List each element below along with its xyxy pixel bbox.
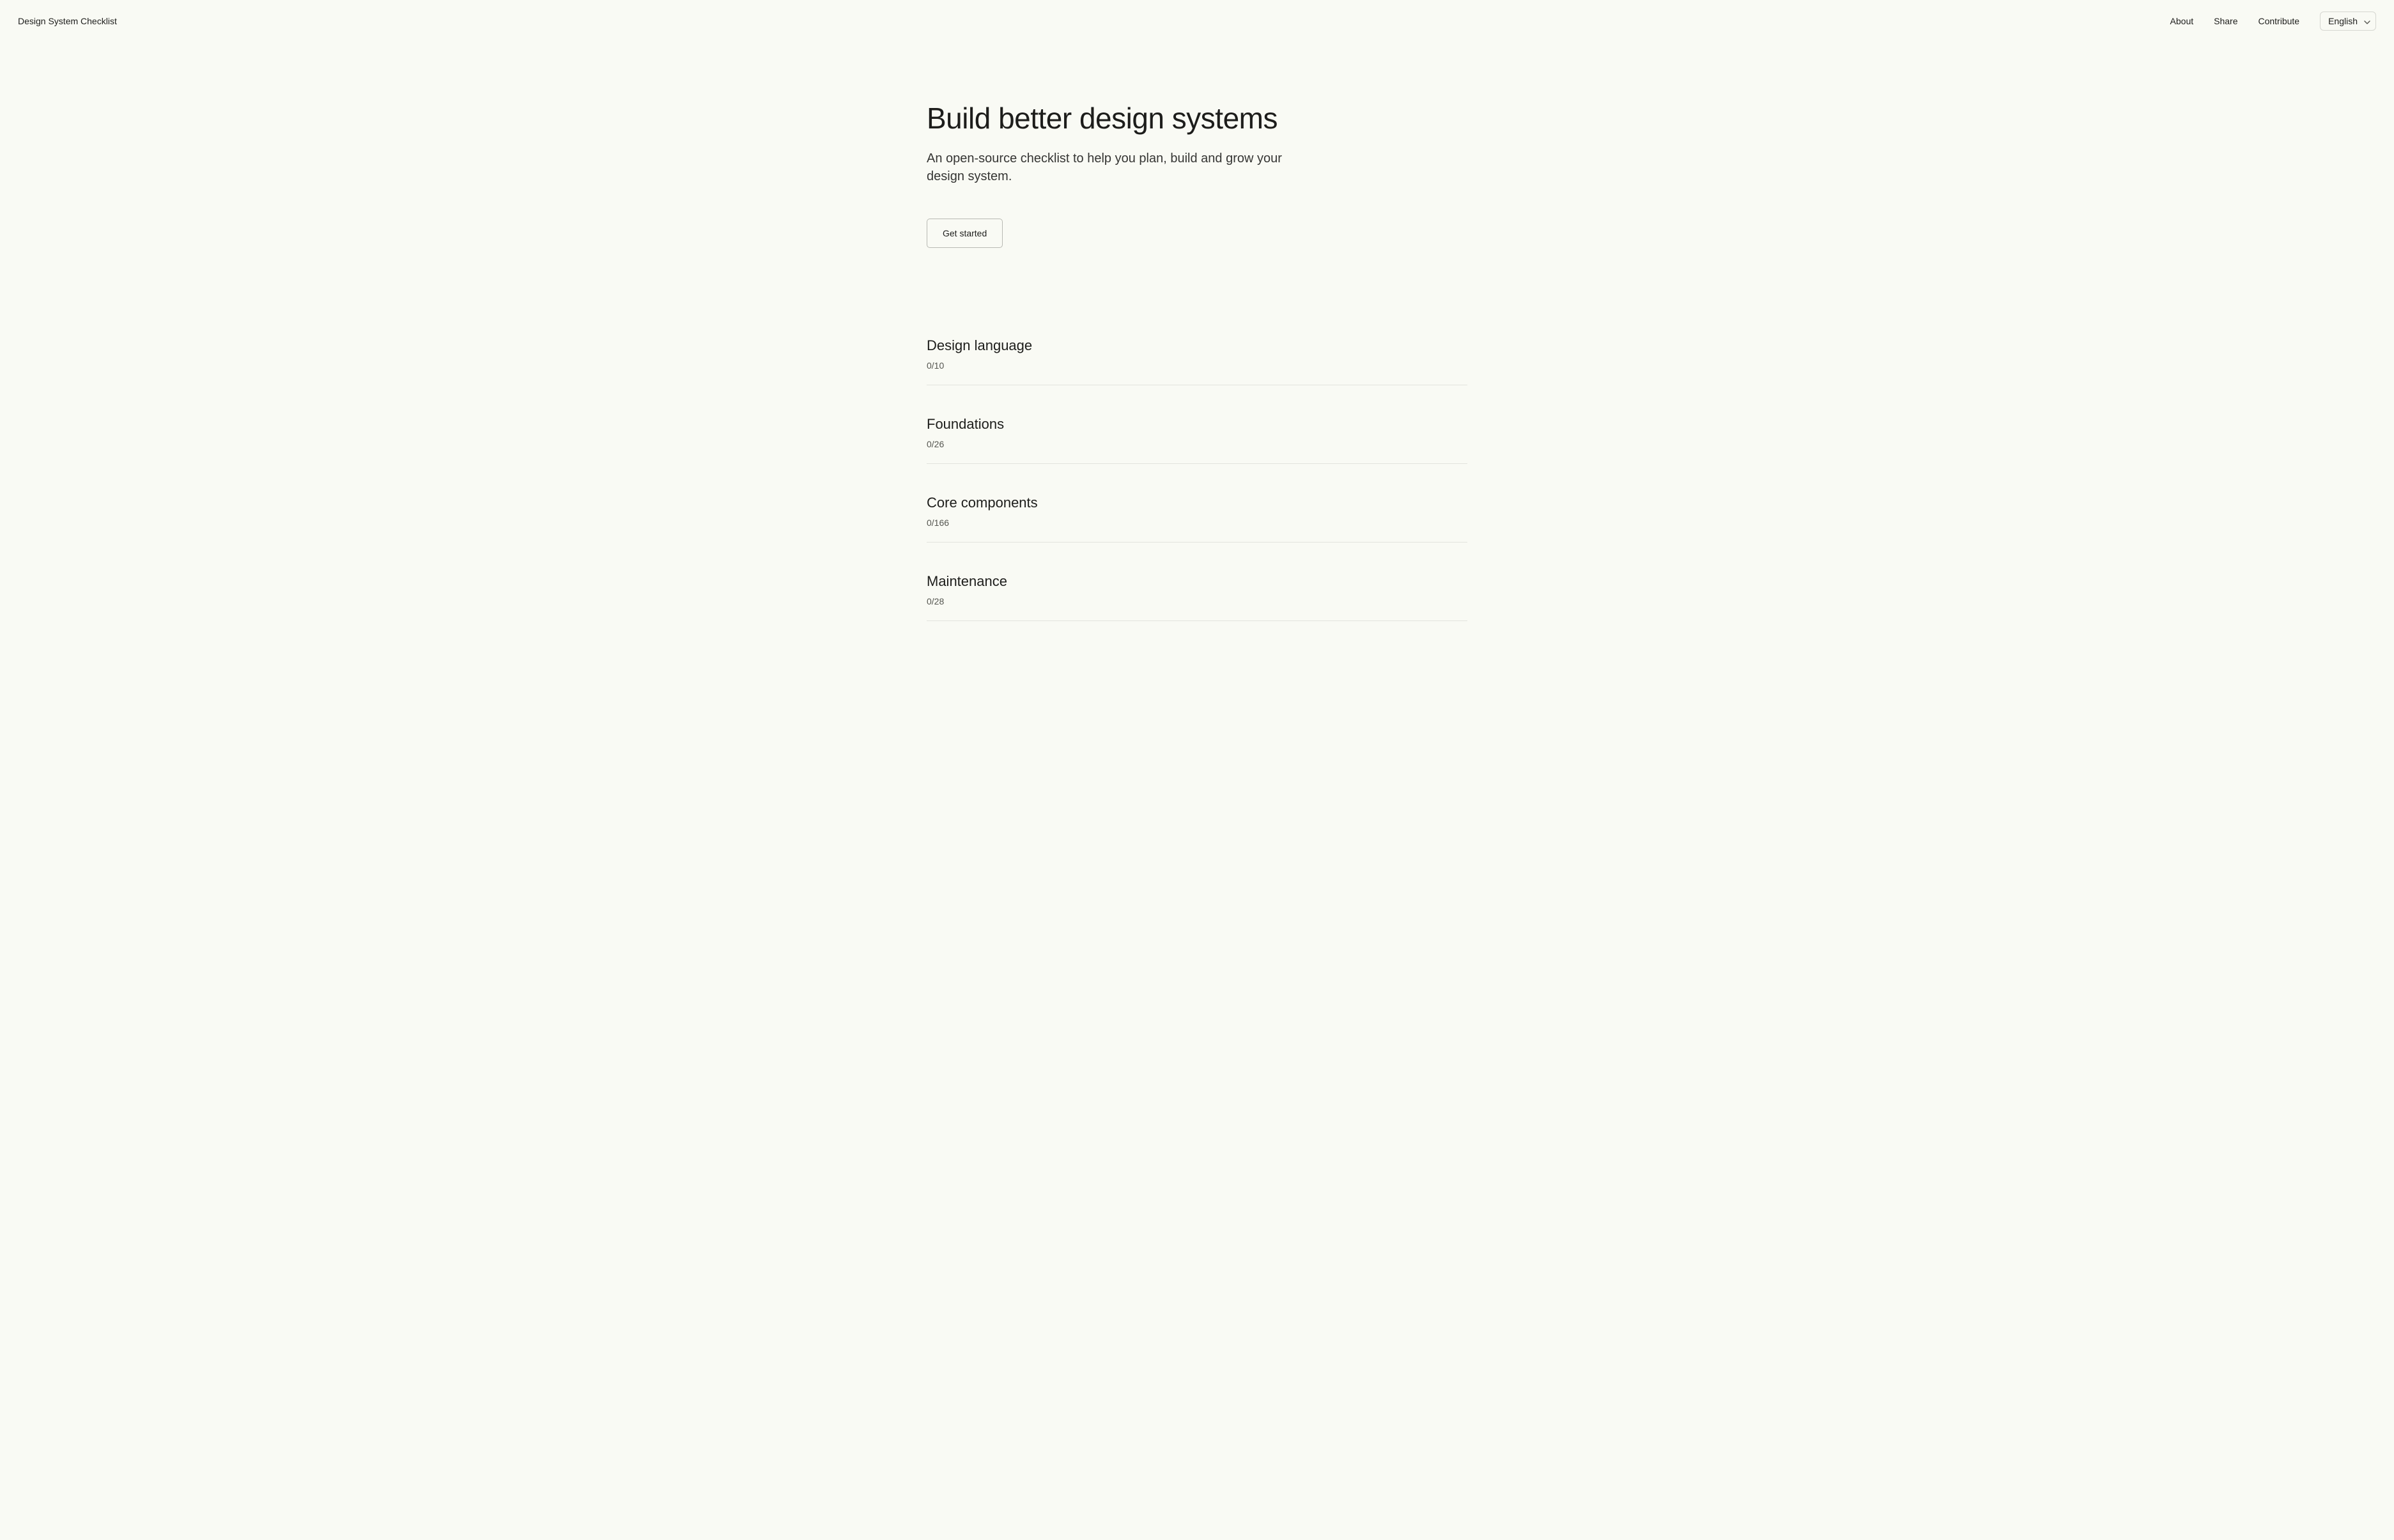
header: Design System Checklist About Share Cont… xyxy=(0,0,2394,42)
section-design-language[interactable]: Design language 0/10 xyxy=(927,337,1467,385)
section-title: Core components xyxy=(927,495,1467,511)
section-maintenance[interactable]: Maintenance 0/28 xyxy=(927,573,1467,621)
top-nav: About Share Contribute English xyxy=(2170,12,2376,31)
nav-share[interactable]: Share xyxy=(2214,16,2237,26)
section-title: Design language xyxy=(927,337,1467,354)
language-select[interactable]: English xyxy=(2320,12,2376,31)
site-title-link[interactable]: Design System Checklist xyxy=(18,16,117,26)
sections-list: Design language 0/10 Foundations 0/26 Co… xyxy=(927,337,1467,698)
get-started-button[interactable]: Get started xyxy=(927,219,1003,248)
nav-contribute[interactable]: Contribute xyxy=(2258,16,2299,26)
hero-subtitle: An open-source checklist to help you pla… xyxy=(927,150,1291,185)
section-title: Foundations xyxy=(927,416,1467,433)
nav-about[interactable]: About xyxy=(2170,16,2194,26)
section-foundations[interactable]: Foundations 0/26 xyxy=(927,416,1467,464)
hero-title: Build better design systems xyxy=(927,101,1467,135)
section-count: 0/166 xyxy=(927,518,1467,528)
chevron-down-icon xyxy=(2364,16,2370,26)
section-title: Maintenance xyxy=(927,573,1467,590)
language-selected: English xyxy=(2328,16,2358,26)
section-count: 0/26 xyxy=(927,439,1467,449)
section-count: 0/10 xyxy=(927,360,1467,371)
hero: Build better design systems An open-sour… xyxy=(927,42,1467,248)
main: Build better design systems An open-sour… xyxy=(909,42,1485,698)
section-count: 0/28 xyxy=(927,596,1467,606)
section-core-components[interactable]: Core components 0/166 xyxy=(927,495,1467,543)
